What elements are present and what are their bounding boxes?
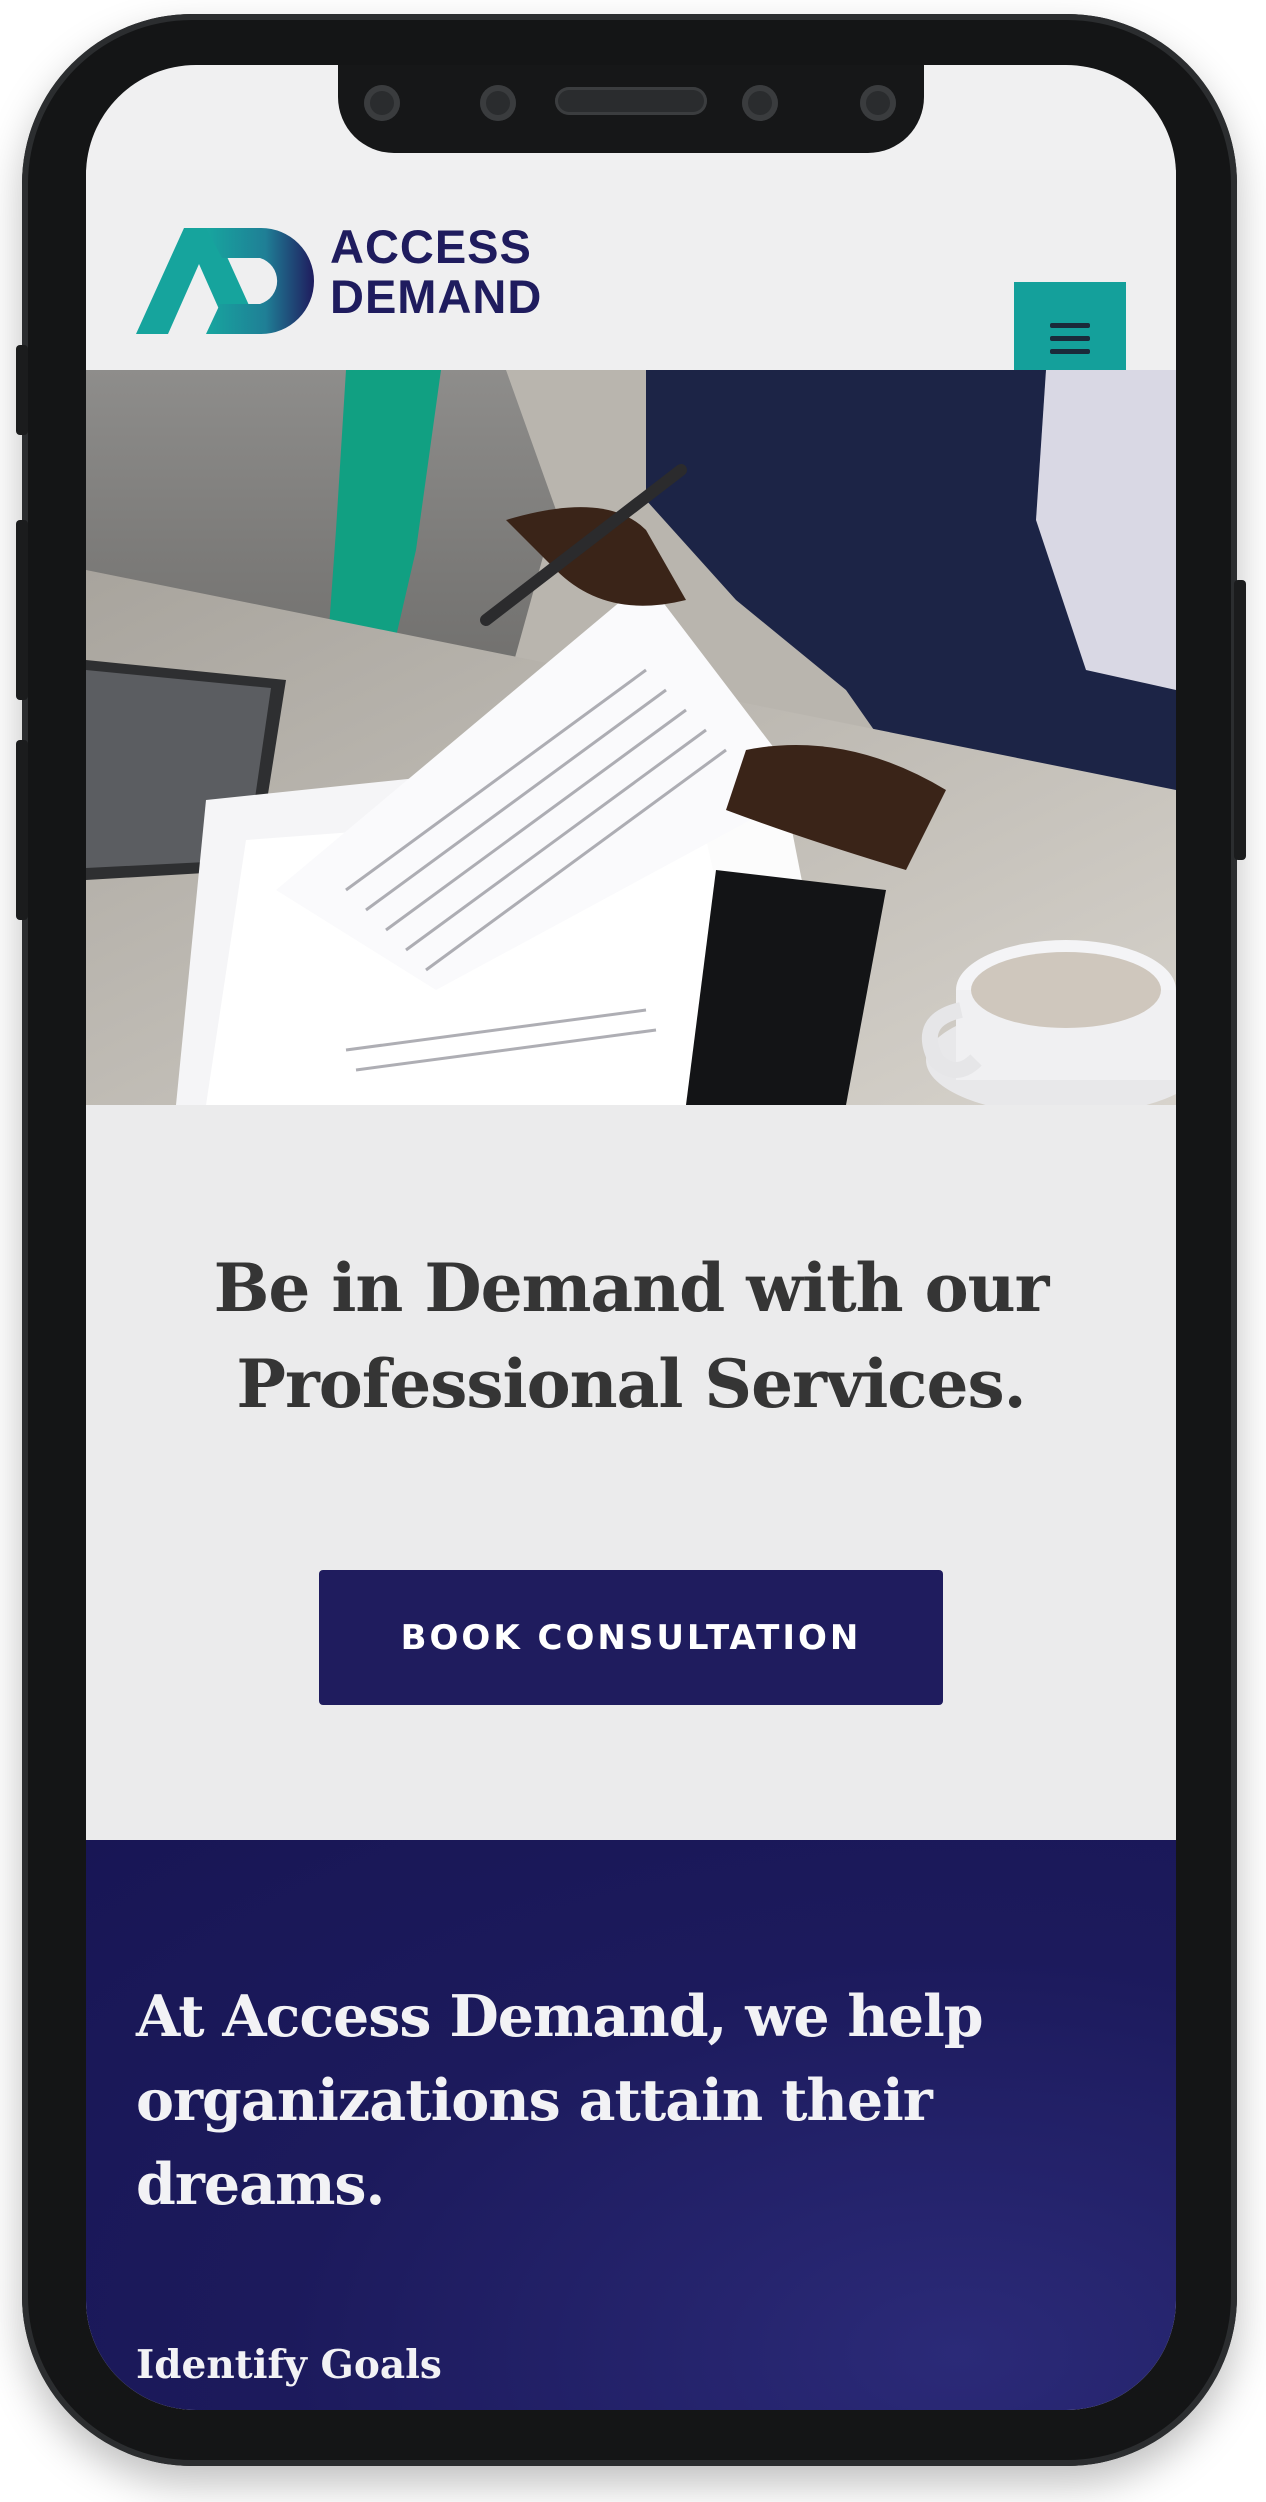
phone-mute-switch — [16, 345, 28, 435]
business-meeting-photo — [86, 370, 1176, 1105]
about-title: At Access Demand, we help organizations … — [136, 1983, 984, 2218]
book-consultation-button[interactable]: BOOK CONSULTATION — [319, 1570, 943, 1705]
logo-line-demand: DEMAND — [330, 270, 543, 323]
hamburger-menu-icon-bar — [1050, 348, 1090, 354]
hamburger-menu-icon-bar — [1050, 335, 1090, 341]
hero-image — [86, 370, 1176, 1105]
phone-power-button — [1234, 580, 1246, 860]
phone-notch — [338, 65, 924, 153]
site-header: ACCESS DEMAND — [86, 170, 1176, 370]
phone-volume-down-button — [16, 740, 28, 920]
phone-volume-up-button — [16, 520, 28, 700]
hero-section: Be in Demand with our Professional Servi… — [86, 1105, 1176, 1840]
logo-line-access: ACCESS — [330, 220, 532, 273]
phone-screen: ACCESS DEMAND Be in Demand with our Prof… — [86, 65, 1176, 2410]
hero-title: Be in Demand with our Professional Servi… — [146, 1240, 1116, 1432]
hero-title-line-2: Professional Services. — [236, 1345, 1026, 1423]
sensor-icon — [480, 85, 516, 121]
earpiece-speaker — [555, 87, 707, 115]
proximity-sensor-icon — [742, 85, 778, 121]
about-section: At Access Demand, we help organizations … — [86, 1840, 1176, 2410]
hamburger-menu-icon-bar — [1050, 322, 1090, 328]
identify-goals-heading: Identify Goals — [136, 2342, 442, 2388]
face-id-sensor-icon — [860, 85, 896, 121]
front-camera-icon — [364, 85, 400, 121]
hero-title-line-1: Be in Demand with our — [213, 1249, 1050, 1327]
logo-wordmark[interactable]: ACCESS DEMAND — [330, 222, 542, 322]
access-demand-logo-icon[interactable] — [136, 226, 316, 336]
